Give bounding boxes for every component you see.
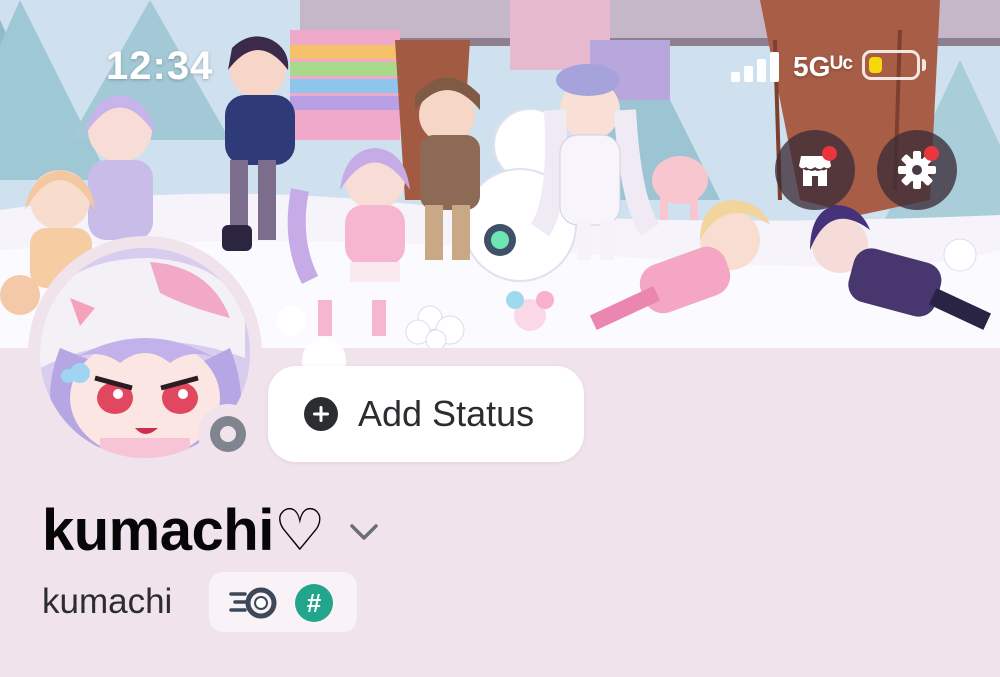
notification-dot [924, 146, 939, 161]
settings-button[interactable] [877, 130, 957, 210]
username: kumachi [42, 582, 173, 621]
presence-indicator [198, 404, 258, 464]
notification-dot [822, 146, 837, 161]
thought-bubble-small [276, 306, 306, 336]
add-status-label: Add Status [358, 393, 535, 434]
status-time: 12:34 [106, 44, 214, 88]
signal-icon [731, 52, 779, 82]
badge-list: # [209, 572, 357, 632]
add-status-button[interactable]: Add Status [268, 366, 584, 462]
battery-tip [922, 59, 926, 71]
offline-status-icon [210, 416, 246, 452]
battery-icon [862, 50, 920, 80]
chevron-down-icon[interactable] [348, 522, 380, 542]
hashtag-badge[interactable]: # [295, 584, 333, 622]
battery-level [869, 57, 882, 73]
nitro-speed-badge[interactable] [229, 584, 279, 622]
network-type: 5Gᵁᶜ [793, 51, 854, 82]
display-name[interactable]: kumachi♡ [42, 496, 326, 564]
shop-button[interactable] [775, 130, 855, 210]
plus-icon [304, 397, 338, 431]
status-bar: 12:34 5Gᵁᶜ [0, 0, 1000, 130]
